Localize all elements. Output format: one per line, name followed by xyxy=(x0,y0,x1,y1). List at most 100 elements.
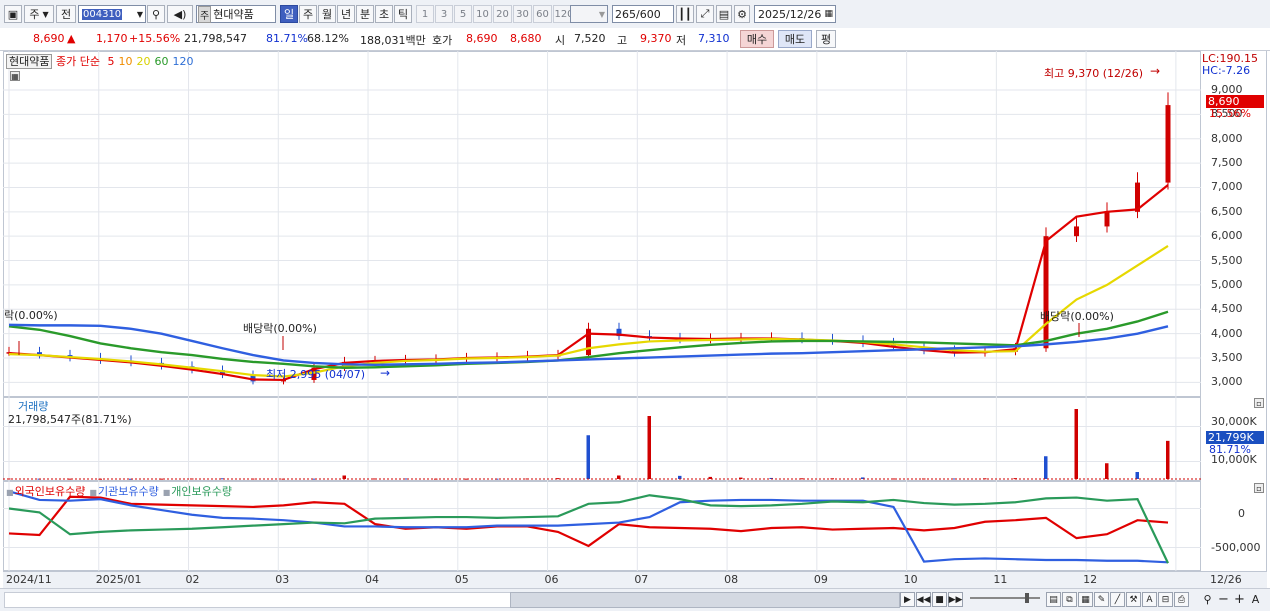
legend-box-icon: ■ xyxy=(162,488,171,497)
x-axis-label: 09 xyxy=(813,573,828,586)
x-axis-label: 2025/01 xyxy=(95,573,142,586)
scroll-thumb[interactable] xyxy=(510,592,900,608)
print-icon[interactable]: ⎙ xyxy=(1174,592,1189,607)
zoom-slider[interactable] xyxy=(970,597,1040,599)
zoom-search-icon[interactable]: ⚲ xyxy=(1200,592,1215,607)
x-axis-label: 06 xyxy=(544,573,559,586)
x-axis-label: 11 xyxy=(993,573,1008,586)
zoom-slider-handle[interactable] xyxy=(1025,593,1029,603)
stock-name-field[interactable]: 주 현대약품 xyxy=(196,5,276,23)
date-value: 2025/12/26 xyxy=(758,7,822,21)
holding-legend-label: 외국인보유수량 xyxy=(14,485,86,498)
candle xyxy=(1074,226,1079,237)
price-tick: 5,000 xyxy=(1211,277,1243,291)
legend-stock-name: 현대약품 xyxy=(6,54,53,69)
low-note: 최저 2,995 (04/07) xyxy=(266,368,366,381)
high-price: 9,370 xyxy=(640,32,672,45)
minute-step-button[interactable]: 1 xyxy=(416,5,434,23)
line-icon[interactable]: ╱ xyxy=(1110,592,1125,607)
minute-step-button[interactable]: 20 xyxy=(493,5,512,23)
current-price: 8,690 xyxy=(33,32,65,45)
scroll-right-icon[interactable]: ▶ xyxy=(900,592,915,607)
period-button[interactable]: 년 xyxy=(337,5,355,23)
code-input[interactable]: 004310 ▼ xyxy=(78,5,146,23)
layout-icon[interactable]: ▤ xyxy=(1046,592,1061,607)
draw-icon[interactable]: ✎ xyxy=(1094,592,1109,607)
buy-button[interactable]: 매수 xyxy=(740,30,774,48)
x-axis-label: 12 xyxy=(1083,573,1098,586)
legend-ma-label: 120 xyxy=(172,55,194,68)
prev-button[interactable]: 전 xyxy=(56,5,76,23)
low-label: 저 xyxy=(676,34,687,47)
x-axis-label: 07 xyxy=(634,573,649,586)
copy-icon[interactable]: ⧉ xyxy=(1062,592,1077,607)
panel-resize-icon[interactable]: ▫ xyxy=(1254,398,1264,408)
legend-ma-label: 20 xyxy=(136,55,151,68)
count-field[interactable]: 265/600 xyxy=(612,5,674,23)
dividend-label: 배당락(0.00%) xyxy=(1040,310,1114,323)
volume-bar xyxy=(647,416,651,479)
horizontal-scrollbar[interactable] xyxy=(4,592,512,608)
speaker-icon[interactable]: ◀) xyxy=(167,5,193,23)
ask-price: 8,680 xyxy=(510,32,542,45)
x-axis-label: 12/26 xyxy=(1210,573,1242,586)
sell-button[interactable]: 매도 xyxy=(778,30,812,48)
stock-name: 현대약품 xyxy=(213,8,254,21)
minute-step-button[interactable]: 60 xyxy=(533,5,552,23)
rewind-icon[interactable]: ◀◀ xyxy=(916,592,931,607)
period-button[interactable]: 월 xyxy=(318,5,336,23)
legend-ma-label: 5 xyxy=(107,55,115,68)
custom-step-select[interactable]: ▼ xyxy=(570,5,608,23)
minute-step-button[interactable]: 30 xyxy=(513,5,532,23)
price-chart[interactable] xyxy=(3,51,1201,397)
x-axis-label: 10 xyxy=(903,573,918,586)
grid-icon[interactable]: ▦ xyxy=(1078,592,1093,607)
volume-chart[interactable] xyxy=(3,397,1201,481)
turnover-rate: 68.12% xyxy=(307,32,349,45)
minute-step-button[interactable]: 10 xyxy=(473,5,492,23)
price-tick: 7,000 xyxy=(1211,180,1243,194)
font-size-icon[interactable]: A xyxy=(1248,592,1263,607)
stop-icon[interactable]: ■ xyxy=(932,592,947,607)
candle-icon[interactable]: ┃┃ xyxy=(676,5,694,23)
price-tick: 4,000 xyxy=(1211,326,1243,340)
date-field[interactable]: 2025/12/26 ▦ xyxy=(754,5,836,23)
period-button[interactable]: 분 xyxy=(356,5,374,23)
holding-tick: -500,000 xyxy=(1211,541,1261,554)
bid-price: 8,690 xyxy=(466,32,498,45)
calendar-icon[interactable]: ▦ xyxy=(824,9,833,19)
calculator-icon[interactable]: ▦ xyxy=(10,71,20,81)
x-axis-label: 2024/11 xyxy=(6,573,52,586)
minute-step-button[interactable]: 3 xyxy=(435,5,453,23)
text-icon[interactable]: A xyxy=(1142,592,1157,607)
tools-icon[interactable]: ⚒ xyxy=(1126,592,1141,607)
minute-step-button[interactable]: 5 xyxy=(454,5,472,23)
search-icon[interactable]: ⚲ xyxy=(147,5,165,23)
save-icon[interactable]: ▤ xyxy=(716,5,732,23)
trend-icon[interactable]: ⤢ xyxy=(696,5,714,23)
volume-bar xyxy=(1044,456,1048,479)
volume-ratio: 81.71% xyxy=(266,32,308,45)
period-button[interactable]: 일 xyxy=(280,5,298,23)
panel-resize-icon[interactable]: ▫ xyxy=(1254,483,1264,493)
chevron-down-icon: ▼ xyxy=(598,9,605,19)
eval-button[interactable]: 평 xyxy=(816,30,836,48)
fast-forward-icon[interactable]: ▶▶ xyxy=(948,592,963,607)
zoom-out-icon[interactable]: − xyxy=(1216,592,1231,607)
change-pct: +15.56% xyxy=(129,32,181,45)
period-button[interactable]: 틱 xyxy=(394,5,412,23)
gear-icon[interactable]: ⚙ xyxy=(734,5,750,23)
volume-bar xyxy=(617,475,621,479)
current-pct-tag: 15.56% xyxy=(1209,107,1251,120)
ruler-icon[interactable]: ⊟ xyxy=(1158,592,1173,607)
period-button[interactable]: 주 xyxy=(299,5,317,23)
holding-legend-label: 기관보유수량 xyxy=(97,485,159,498)
price-tick: 7,500 xyxy=(1211,156,1243,170)
market-select[interactable]: 주 ▼ xyxy=(24,5,54,23)
x-axis-label: 03 xyxy=(275,573,290,586)
x-axis-label: 05 xyxy=(454,573,469,586)
chart-window-icon[interactable]: ▣ xyxy=(4,5,22,23)
zoom-in-icon[interactable]: + xyxy=(1232,592,1247,607)
period-button[interactable]: 초 xyxy=(375,5,393,23)
holding-legend-label: 개인보유수량 xyxy=(171,485,232,498)
